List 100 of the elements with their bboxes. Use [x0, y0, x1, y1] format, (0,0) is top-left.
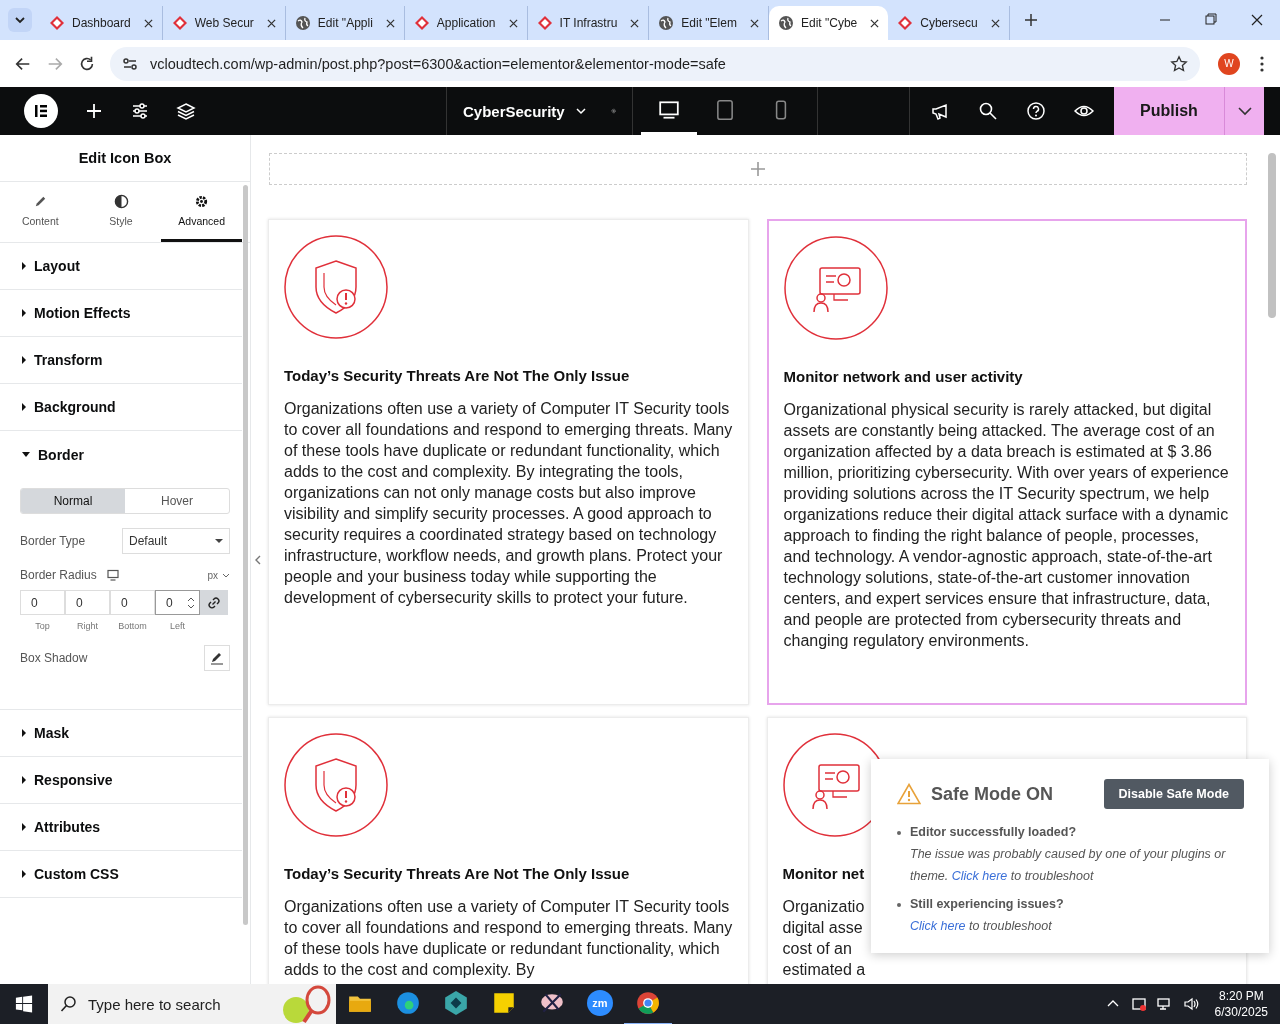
radius-input[interactable]: 0	[110, 590, 155, 615]
chevron-down-icon	[574, 105, 587, 117]
card-title: Today’s Security Threats Are Not The Only Issue	[284, 865, 630, 882]
taskbar-time: 8:20 PM	[1218, 988, 1264, 1004]
link-values-button[interactable]	[200, 590, 228, 615]
close-icon[interactable]	[385, 18, 395, 28]
publish-button[interactable]: Publish	[1114, 87, 1224, 135]
globe-icon	[294, 15, 311, 31]
edit-button[interactable]	[204, 645, 230, 671]
card-title: Today’s Security Threats Are Not The Only Issue	[284, 367, 630, 384]
troubleshoot-link[interactable]: Click here	[951, 869, 1008, 883]
settings-sliders-icon[interactable]	[130, 101, 150, 121]
network-icon[interactable]	[1156, 996, 1173, 1012]
pencil-icon	[210, 651, 224, 665]
speaker-icon[interactable]	[1182, 996, 1199, 1012]
section-header[interactable]: Layout	[0, 243, 242, 290]
close-icon[interactable]	[990, 18, 1000, 28]
field-label: Right	[77, 621, 98, 631]
radius-input[interactable]: 0	[65, 590, 110, 615]
desktop-icon[interactable]	[106, 569, 119, 581]
card-title: Monitor net	[782, 865, 865, 882]
diamond-icon	[49, 15, 65, 31]
monitor-user-icon	[783, 236, 888, 340]
spinner-arrows-icon[interactable]	[187, 596, 195, 609]
address-bar[interactable]: vcloudtech.com/wp-admin/post.php?post=6300&action=elementor&elementor-mode=safe	[110, 46, 1200, 81]
troubleshoot-link[interactable]: Click here	[910, 919, 966, 933]
tab-list-button[interactable]	[8, 8, 32, 32]
plus-icon	[750, 161, 766, 177]
globe-icon	[777, 15, 794, 31]
border-type-select[interactable]: Default	[122, 528, 230, 554]
panel-tab[interactable]: Style	[80, 182, 162, 242]
megaphone-icon[interactable]	[930, 101, 950, 121]
diamond-icon	[536, 15, 553, 31]
reload-button[interactable]	[78, 54, 96, 73]
popup-note: The issue was probably caused by one of your plugins or theme. Click here to troubleshoot	[910, 846, 1227, 885]
help-icon[interactable]	[1026, 101, 1046, 121]
radius-input[interactable]: 0	[155, 590, 200, 615]
panel-title: Edit Icon Box	[0, 135, 250, 182]
card-text: cost of an	[782, 939, 852, 959]
close-icon[interactable]	[749, 18, 759, 28]
section-header[interactable]: Responsive	[0, 757, 242, 804]
popup-question: Editor successfully loaded?	[910, 825, 1077, 839]
section-header[interactable]: Border	[0, 431, 242, 478]
card-title: Monitor network and user activity	[783, 368, 1023, 385]
section-header[interactable]: Motion Effects	[0, 290, 242, 337]
card-text: Organizational physical security is rarely attacked, but digital assets are constantly being attacked. The average cost of an organization affected by a data breach is estimated at $ 3.86 million, prioritizing cybersecurity. With over years of experience providing solutions across the IT Security spectrum, we help organizations reduce their digital attack surface with a dynamic approach to finding the right balance of people, processes, and technology. A vendor-agnostic approach, state-of-the-art technology solutions, state-of-the-art customer innovation centers, and expert services ensure that infrastructure, data, and people are protected from cybersecurity threats and changing regulatory environments.	[783, 400, 1230, 651]
taskbar-date: 6/30/2025	[1214, 1004, 1268, 1020]
scrollbar[interactable]	[1268, 153, 1276, 318]
field-label: Bottom	[118, 621, 147, 631]
unit-dropdown[interactable]: px	[207, 569, 230, 581]
add-icon[interactable]	[84, 101, 104, 121]
search-icon[interactable]	[978, 101, 998, 121]
field-label: Top	[35, 621, 50, 631]
state-toggle[interactable]: Hover	[125, 489, 229, 513]
close-icon[interactable]	[266, 18, 276, 28]
section-header[interactable]: Transform	[0, 337, 242, 384]
scrollbar[interactable]	[243, 185, 248, 925]
disable-safe-mode-button[interactable]: Disable Safe Mode	[1103, 779, 1244, 809]
icon-box-card[interactable]	[766, 219, 1247, 705]
field-label: Border Type	[20, 534, 86, 548]
panel-tab[interactable]: Content	[0, 182, 81, 242]
menu-icon[interactable]	[1260, 55, 1264, 72]
elementor-logo[interactable]	[24, 94, 58, 128]
card-text: Organizations often use a variety of Computer IT Security tools to cover all foundations and respond to emerging threats. Many of these tools have duplicate or redundant functionality, which adds to the cost and complexity. By	[284, 897, 733, 980]
section-header[interactable]: Mask	[0, 710, 242, 757]
taskbar-search-field[interactable]: Type here to search	[48, 984, 336, 1024]
diamond-icon	[413, 15, 430, 31]
tablet-icon	[714, 98, 736, 121]
section-header[interactable]: Custom CSS	[0, 851, 242, 898]
bullet-dot	[897, 831, 901, 835]
close-icon[interactable]	[630, 18, 640, 28]
new-tab-button[interactable]	[1023, 13, 1038, 27]
field-label: Border Radius	[20, 568, 97, 582]
state-toggle[interactable]: Normal	[21, 489, 125, 513]
chevron-down-icon	[222, 571, 230, 579]
chevron-left-icon	[254, 553, 262, 566]
globe-icon	[658, 15, 675, 31]
field-label: Left	[170, 621, 185, 631]
link-icon	[208, 596, 220, 609]
close-icon[interactable]	[508, 18, 518, 28]
close-icon[interactable]	[143, 18, 153, 28]
half-circle-icon	[113, 194, 129, 209]
card-text: digital asse	[782, 918, 863, 938]
browser-tab[interactable]: Edit "Cybe	[768, 6, 889, 40]
search-icon	[60, 995, 78, 1013]
shield-warning-icon	[284, 733, 388, 837]
profile-avatar[interactable]: W	[1218, 52, 1240, 75]
gear-icon	[194, 194, 210, 209]
close-icon[interactable]	[870, 18, 880, 28]
section-header[interactable]: Attributes	[0, 804, 242, 851]
layers-icon[interactable]	[176, 101, 196, 121]
popup-question: Still experiencing issues?	[910, 897, 1064, 911]
page-title-dropdown[interactable]: CyberSecurity	[463, 102, 587, 120]
popup-title: Safe Mode ON	[931, 783, 1054, 805]
bookmark-star-icon[interactable]	[1170, 54, 1188, 73]
popup-note: Click here to troubleshoot	[910, 918, 1053, 935]
radius-input[interactable]: 0	[20, 590, 65, 615]
card-text: estimated a	[782, 960, 866, 980]
notification-icon[interactable]	[1130, 996, 1147, 1012]
section-header[interactable]: Background	[0, 384, 242, 431]
